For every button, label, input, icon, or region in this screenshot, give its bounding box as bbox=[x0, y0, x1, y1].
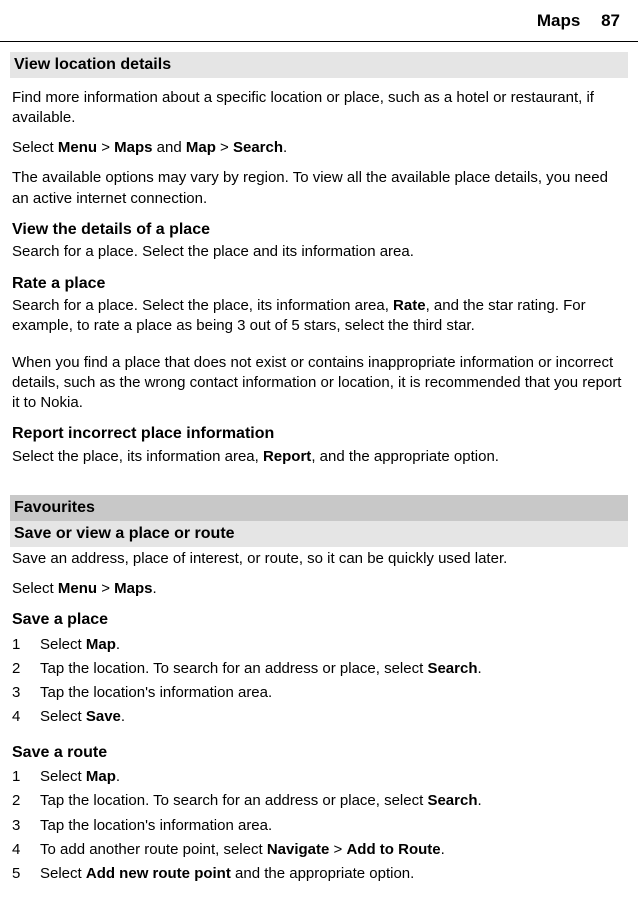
heading-rate-place: Rate a place bbox=[10, 273, 628, 295]
list-number: 4 bbox=[12, 840, 40, 860]
report-label: Report bbox=[263, 448, 311, 465]
heading-save-view-place-route: Save or view a place or route bbox=[10, 521, 628, 547]
text: > bbox=[97, 580, 114, 597]
list-item: 2Tap the location. To search for an addr… bbox=[12, 657, 626, 681]
list-text: Tap the location's information area. bbox=[40, 683, 626, 703]
list-item: 3Tap the location's information area. bbox=[12, 814, 626, 838]
save-place-list: 1Select Map. 2Tap the location. To searc… bbox=[12, 633, 626, 730]
text: Select bbox=[12, 139, 58, 156]
para: Select the place, its information area, … bbox=[12, 447, 626, 467]
text: Select bbox=[40, 865, 86, 882]
search-label: Search bbox=[427, 792, 477, 809]
heading-view-location-details: View location details bbox=[10, 52, 628, 78]
list-number: 1 bbox=[12, 635, 40, 655]
heading-report-incorrect: Report incorrect place information bbox=[10, 423, 628, 445]
text: To add another route point, select bbox=[40, 841, 267, 858]
save-route-list: 1Select Map. 2Tap the location. To searc… bbox=[12, 765, 626, 886]
search-label: Search bbox=[233, 139, 283, 156]
list-item: 5Select Add new route point and the appr… bbox=[12, 862, 626, 886]
page-header: Maps 87 bbox=[0, 0, 638, 39]
list-number: 1 bbox=[12, 767, 40, 787]
list-item: 4To add another route point, select Navi… bbox=[12, 838, 626, 862]
text: Tap the location. To search for an addre… bbox=[40, 792, 427, 809]
text: . bbox=[478, 660, 482, 677]
text: Search for a place. Select the place, it… bbox=[12, 297, 393, 314]
text: Select bbox=[40, 708, 86, 725]
text: , and the appropriate option. bbox=[311, 448, 499, 465]
text: Tap the location. To search for an addre… bbox=[40, 660, 427, 677]
list-text: Select Map. bbox=[40, 635, 626, 655]
text: . bbox=[116, 636, 120, 653]
header-page-number: 87 bbox=[601, 11, 620, 30]
header-section: Maps bbox=[537, 11, 580, 30]
list-item: 1Select Map. bbox=[12, 765, 626, 789]
text: Select bbox=[40, 636, 86, 653]
text: . bbox=[478, 792, 482, 809]
map-label: Map bbox=[86, 768, 116, 785]
menu-label: Menu bbox=[58, 580, 97, 597]
page-content: View location details Find more informat… bbox=[0, 52, 638, 918]
list-number: 2 bbox=[12, 659, 40, 679]
search-label: Search bbox=[427, 660, 477, 677]
list-number: 2 bbox=[12, 791, 40, 811]
text: Select bbox=[40, 768, 86, 785]
text: . bbox=[441, 841, 445, 858]
heading-save-place: Save a place bbox=[10, 609, 628, 631]
text: Select the place, its information area, bbox=[12, 448, 263, 465]
para: Search for a place. Select the place and… bbox=[12, 242, 626, 262]
list-text: Select Save. bbox=[40, 707, 626, 727]
navigate-label: Navigate bbox=[267, 841, 330, 858]
para: When you find a place that does not exis… bbox=[12, 353, 626, 414]
add-to-route-label: Add to Route bbox=[346, 841, 440, 858]
para: Select Menu > Maps. bbox=[12, 579, 626, 599]
list-number: 5 bbox=[12, 864, 40, 884]
list-number: 4 bbox=[12, 707, 40, 727]
list-text: Tap the location's information area. bbox=[40, 816, 626, 836]
maps-label: Maps bbox=[114, 139, 152, 156]
para: The available options may vary by region… bbox=[12, 168, 626, 209]
heading-favourites: Favourites bbox=[10, 495, 628, 521]
text: . bbox=[283, 139, 287, 156]
text: Select bbox=[12, 580, 58, 597]
heading-view-details: View the details of a place bbox=[10, 219, 628, 241]
text: > bbox=[216, 139, 233, 156]
para: Select Menu > Maps and Map > Search. bbox=[12, 138, 626, 158]
list-text: Tap the location. To search for an addre… bbox=[40, 791, 626, 811]
list-text: Tap the location. To search for an addre… bbox=[40, 659, 626, 679]
list-item: 1Select Map. bbox=[12, 633, 626, 657]
heading-save-route: Save a route bbox=[10, 742, 628, 764]
list-text: To add another route point, select Navig… bbox=[40, 840, 626, 860]
list-text: Select Add new route point and the appro… bbox=[40, 864, 626, 884]
list-number: 3 bbox=[12, 683, 40, 703]
text: and bbox=[152, 139, 185, 156]
para: Save an address, place of interest, or r… bbox=[12, 549, 626, 569]
header-rule bbox=[0, 41, 638, 42]
text: > bbox=[97, 139, 114, 156]
list-item: 2Tap the location. To search for an addr… bbox=[12, 789, 626, 813]
menu-label: Menu bbox=[58, 139, 97, 156]
text: and the appropriate option. bbox=[231, 865, 414, 882]
text: . bbox=[152, 580, 156, 597]
map-label: Map bbox=[186, 139, 216, 156]
list-item: 4Select Save. bbox=[12, 705, 626, 729]
maps-label: Maps bbox=[114, 580, 152, 597]
save-label: Save bbox=[86, 708, 121, 725]
text: . bbox=[116, 768, 120, 785]
list-number: 3 bbox=[12, 816, 40, 836]
text: > bbox=[329, 841, 346, 858]
add-new-route-point-label: Add new route point bbox=[86, 865, 231, 882]
rate-label: Rate bbox=[393, 297, 426, 314]
map-label: Map bbox=[86, 636, 116, 653]
para: Find more information about a specific l… bbox=[12, 88, 626, 129]
list-item: 3Tap the location's information area. bbox=[12, 681, 626, 705]
list-text: Select Map. bbox=[40, 767, 626, 787]
text: . bbox=[121, 708, 125, 725]
para: Search for a place. Select the place, it… bbox=[12, 296, 626, 337]
